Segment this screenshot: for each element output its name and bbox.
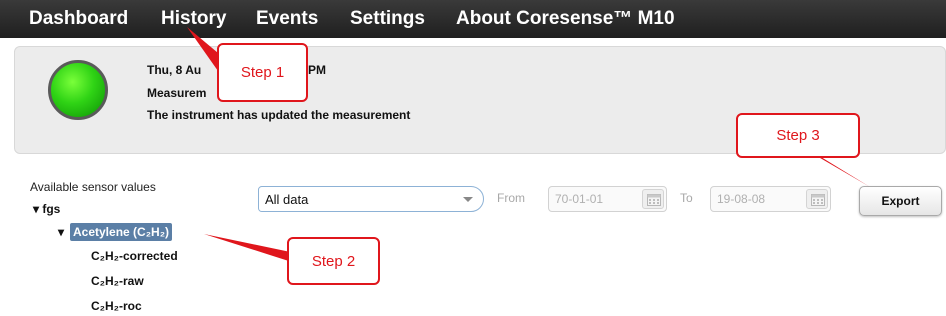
- to-label: To: [680, 191, 693, 205]
- range-select-value: All data: [265, 192, 309, 207]
- range-select[interactable]: All data: [258, 186, 484, 212]
- tree-node-fgs[interactable]: ▾ fgs: [33, 202, 60, 216]
- tree-node-corrected[interactable]: C₂H₂-corrected: [91, 249, 178, 263]
- tree-expand-icon[interactable]: ▾: [58, 225, 64, 239]
- status-light-icon: [48, 60, 108, 120]
- nav-settings[interactable]: Settings: [350, 8, 425, 30]
- from-label: From: [497, 191, 525, 205]
- status-measurement: Measurem: [147, 86, 207, 100]
- nav-events[interactable]: Events: [256, 8, 318, 30]
- calendar-icon: [647, 194, 661, 206]
- tree-node-acetylene[interactable]: Acetylene (C₂H₂): [70, 223, 173, 241]
- status-datetime-suffix: PM: [308, 63, 326, 77]
- to-date-field[interactable]: 19-08-08: [710, 186, 831, 212]
- nav-about[interactable]: About Coresense™ M10: [456, 8, 675, 30]
- calendar-icon: [811, 194, 825, 206]
- from-date-field[interactable]: 70-01-01: [548, 186, 667, 212]
- nav-dashboard[interactable]: Dashboard: [29, 8, 128, 30]
- tree-node-raw[interactable]: C₂H₂-raw: [91, 274, 144, 288]
- from-date-value: 70-01-01: [555, 192, 604, 206]
- from-calendar-button[interactable]: [642, 189, 664, 209]
- to-calendar-button[interactable]: [806, 189, 828, 209]
- status-message: The instrument has updated the measureme…: [147, 108, 411, 122]
- step2-arrow: [204, 234, 300, 263]
- to-date-value: 19-08-08: [717, 192, 766, 206]
- nav-history[interactable]: History: [161, 8, 226, 30]
- status-datetime: Thu, 8 Au: [147, 63, 202, 77]
- chevron-down-icon: [463, 197, 473, 202]
- top-nav-bar: Dashboard History Events Settings About …: [0, 0, 946, 38]
- tree-node-roc[interactable]: C₂H₂-roc: [91, 299, 142, 313]
- tree-node-fgs-label: fgs: [42, 202, 61, 216]
- step2-callout: Step 2: [287, 237, 380, 285]
- step1-callout: Step 1: [217, 43, 308, 102]
- available-sensors-label: Available sensor values: [30, 180, 156, 194]
- step3-callout: Step 3: [736, 113, 860, 158]
- export-button[interactable]: Export: [859, 186, 942, 216]
